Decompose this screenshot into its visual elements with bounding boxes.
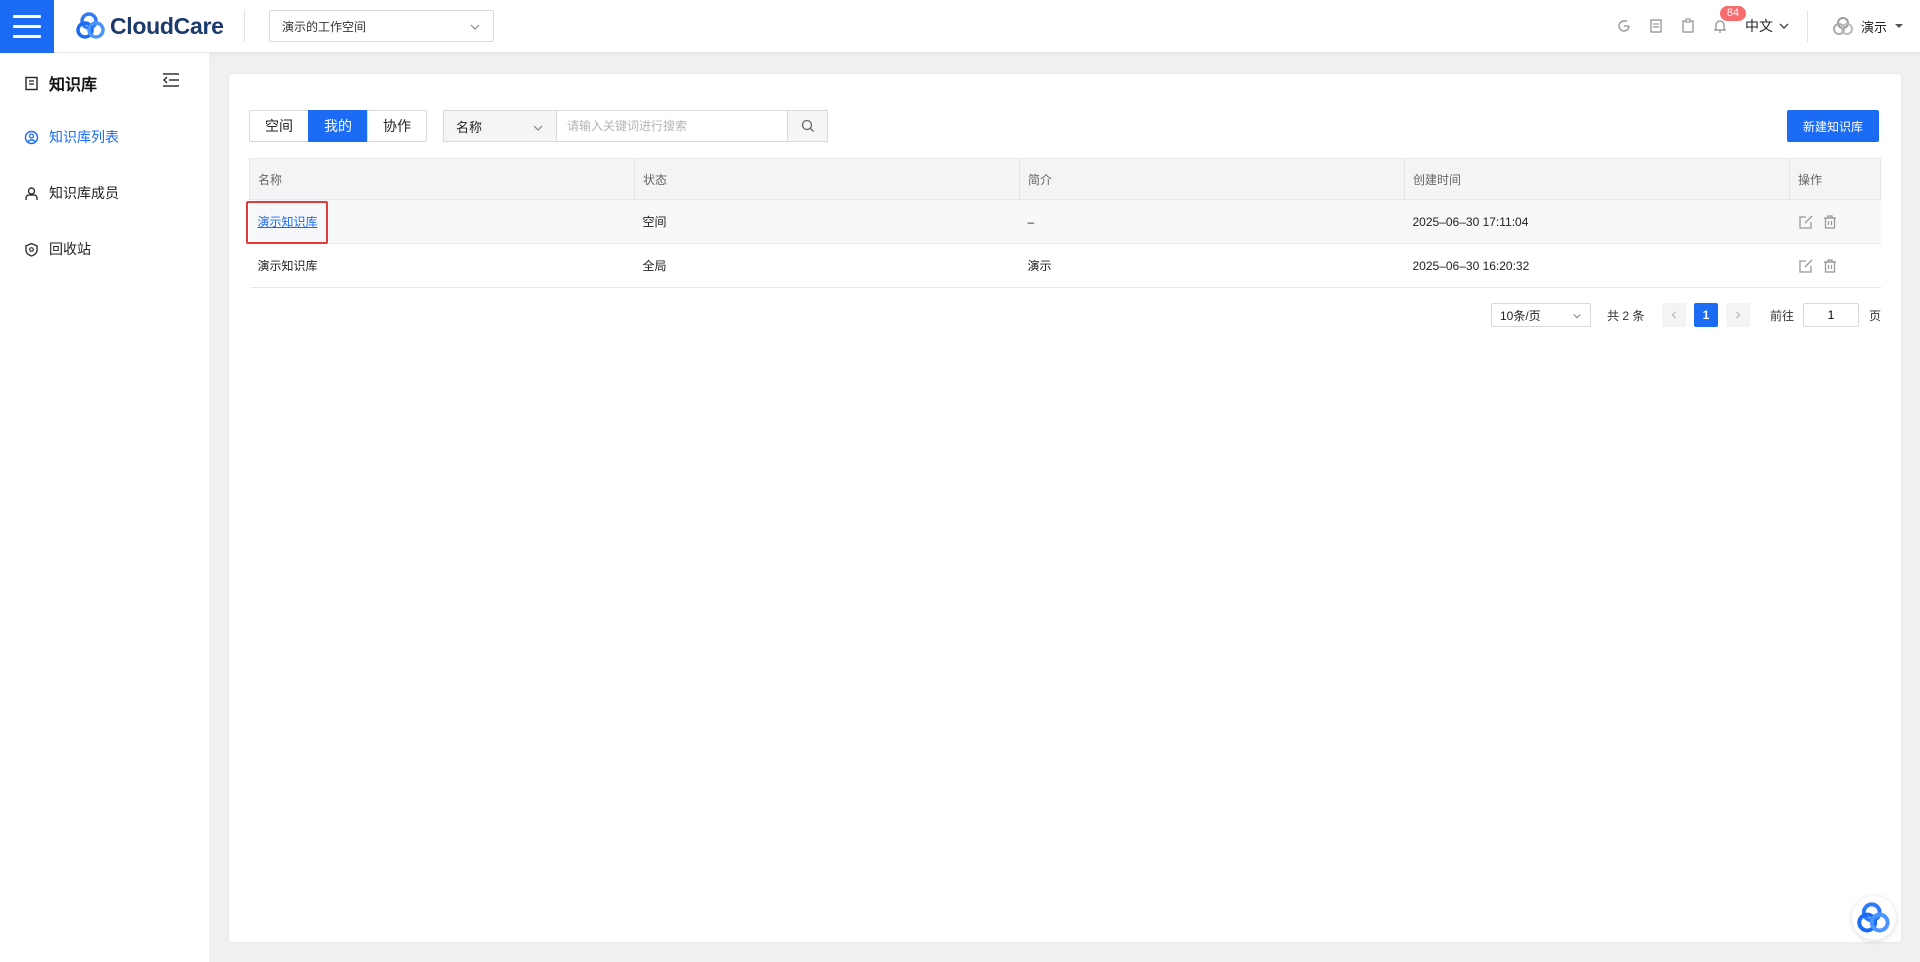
tab-space[interactable]: 空间: [249, 110, 309, 142]
clipboard-icon[interactable]: [1679, 17, 1697, 35]
row-intro: –: [1019, 199, 1405, 244]
row-status: 全局: [634, 243, 1020, 288]
goto-page-input[interactable]: [1803, 303, 1859, 327]
avatar-icon: [1833, 17, 1853, 35]
delete-icon[interactable]: [1822, 214, 1838, 230]
brand-name: CloudCare: [110, 12, 224, 39]
chevron-down-icon: [533, 125, 543, 131]
sidebar-item-members[interactable]: 知识库成员: [24, 183, 119, 203]
top-header: CloudCare 演示的工作空间 84 中文 演示: [0, 0, 1920, 53]
user-menu[interactable]: 演示: [1832, 15, 1904, 37]
scope-tabs: 空间 我的 协作: [249, 110, 427, 142]
new-knowledge-base-button[interactable]: 新建知识库: [1787, 110, 1879, 142]
column-header-name[interactable]: 名称: [249, 158, 635, 200]
document-icon[interactable]: [1647, 17, 1665, 35]
edit-icon[interactable]: [1798, 214, 1814, 230]
knowledge-base-table: 名称 状态 简介 创建时间 操作 演示知识库 空间 – 2025–06–30 1…: [249, 158, 1881, 288]
row-intro: 演示: [1019, 243, 1405, 288]
user-name: 演示: [1861, 19, 1888, 35]
sidebar-item-label: 回收站: [49, 241, 91, 257]
table-row: 演示知识库 全局 演示 2025–06–30 16:20:32: [249, 243, 1881, 288]
table-header-row: 名称 状态 简介 创建时间 操作: [249, 158, 1881, 200]
header-divider: [1807, 10, 1808, 42]
cloudcare-logo-icon: [76, 12, 105, 39]
members-icon: [25, 186, 38, 200]
search-icon: [801, 119, 814, 132]
search-bar: 名称: [443, 110, 828, 142]
tab-mine[interactable]: 我的: [308, 110, 368, 142]
next-page-button[interactable]: [1726, 303, 1750, 327]
workspace-select[interactable]: 演示的工作空间: [269, 10, 494, 42]
chevron-down-icon: [1779, 23, 1789, 29]
menu-toggle-button[interactable]: [0, 0, 54, 53]
sidebar-item-label: 知识库成员: [49, 185, 119, 201]
language-label: 中文: [1745, 18, 1773, 34]
workspace-name: 演示的工作空间: [282, 19, 367, 34]
sidebar-item-recycle[interactable]: 回收站: [24, 239, 91, 259]
delete-icon[interactable]: [1822, 258, 1838, 274]
column-header-status[interactable]: 状态: [634, 158, 1020, 200]
sidebar-item-label: 知识库列表: [49, 129, 119, 145]
row-created: 2025–06–30 16:20:32: [1404, 243, 1790, 288]
book-icon: [25, 76, 38, 90]
highlight-box: [246, 201, 328, 244]
sidebar-title: 知识库: [24, 71, 97, 95]
row-name[interactable]: 演示知识库: [249, 243, 635, 288]
caret-down-icon: [1895, 24, 1904, 28]
chevron-left-icon: [1671, 311, 1676, 319]
sidebar: 知识库 知识库列表 知识库成员 回收站: [0, 53, 209, 962]
page-suffix: 页: [1869, 309, 1882, 323]
collapse-menu-icon[interactable]: [162, 72, 180, 88]
page-number-button[interactable]: 1: [1694, 303, 1718, 327]
recycle-icon: [25, 242, 38, 257]
floating-assistant-button[interactable]: [1852, 896, 1896, 940]
row-created: 2025–06–30 17:11:04: [1404, 199, 1790, 244]
refresh-icon[interactable]: [1615, 17, 1633, 35]
menu-bar-icon: [13, 25, 41, 28]
language-select[interactable]: 中文: [1745, 16, 1790, 36]
row-status: 空间: [634, 199, 1020, 244]
sidebar-title-text: 知识库: [49, 77, 98, 94]
row-actions: [1798, 258, 1881, 274]
row-actions: [1798, 214, 1881, 230]
header-divider: [244, 10, 245, 42]
search-input[interactable]: [556, 110, 788, 142]
column-header-intro[interactable]: 简介: [1019, 158, 1405, 200]
total-count: 共 2 条: [1607, 309, 1645, 323]
search-field-select[interactable]: 名称: [443, 110, 556, 142]
page-size-select[interactable]: 10条/页: [1491, 303, 1591, 327]
notification-badge: 84: [1720, 6, 1746, 21]
chevron-down-icon: [1573, 313, 1581, 319]
sidebar-item-knowledge-list[interactable]: 知识库列表: [24, 127, 119, 147]
search-button[interactable]: [788, 110, 828, 142]
search-field-label: 名称: [456, 119, 483, 135]
main-card: 空间 我的 协作 名称 新建知识库 名称 状态 简介 创建时间 操作: [229, 74, 1901, 942]
menu-bar-icon: [13, 35, 41, 38]
cloudcare-logo-icon: [1857, 902, 1890, 933]
user-circle-icon: [24, 130, 39, 144]
table-row: 演示知识库 空间 – 2025–06–30 17:11:04: [249, 199, 1881, 244]
chevron-right-icon: [1736, 311, 1741, 319]
column-header-created[interactable]: 创建时间: [1404, 158, 1790, 200]
brand-logo[interactable]: CloudCare: [76, 11, 224, 41]
prev-page-button[interactable]: [1662, 303, 1686, 327]
menu-bar-icon: [13, 15, 41, 18]
chevron-down-icon: [470, 24, 480, 30]
column-header-actions: 操作: [1789, 158, 1881, 200]
page-size-label: 10条/页: [1500, 308, 1541, 323]
goto-label: 前往: [1770, 309, 1795, 323]
tab-collaboration[interactable]: 协作: [367, 110, 427, 142]
edit-icon[interactable]: [1798, 258, 1814, 274]
